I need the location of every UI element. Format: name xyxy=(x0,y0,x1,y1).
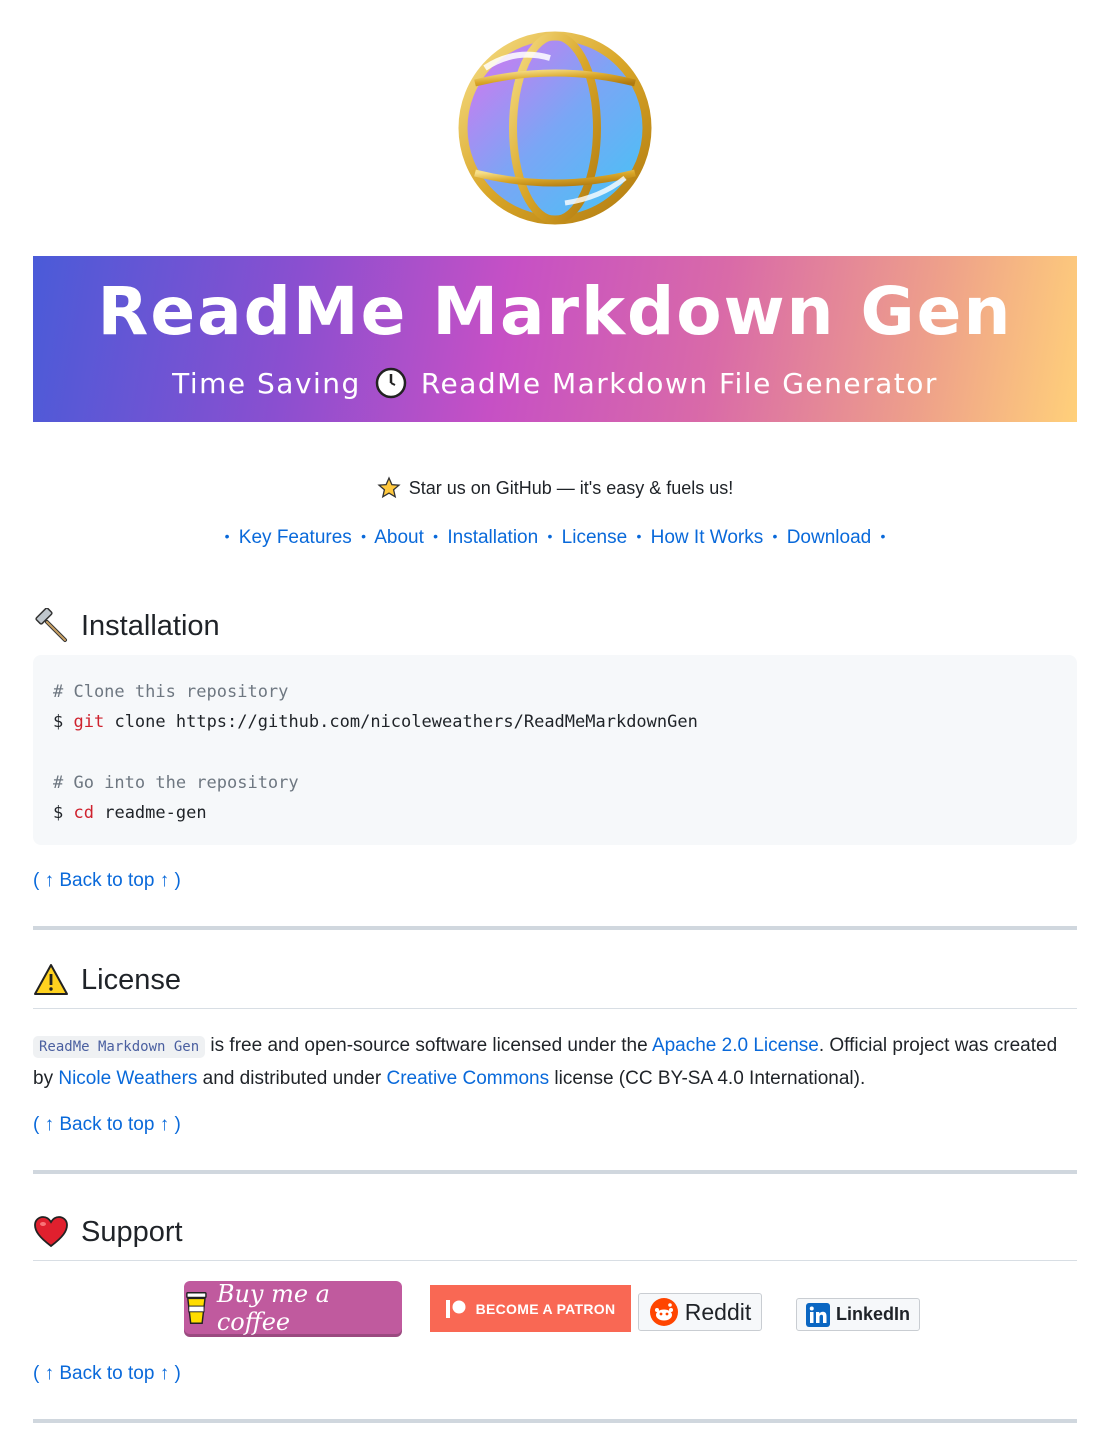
nav-separator: • xyxy=(433,528,439,544)
nav-link-installation[interactable]: Installation xyxy=(447,527,538,548)
nav-separator: • xyxy=(880,528,886,544)
code-command: cd xyxy=(73,803,94,823)
nav-link-how-it-works[interactable]: How It Works xyxy=(651,527,764,548)
creative-commons-link[interactable]: Creative Commons xyxy=(386,1068,549,1089)
back-to-top-link[interactable]: ( ↑ Back to top ↑ ) xyxy=(33,1114,181,1136)
linkedin-label: LinkedIn xyxy=(835,1304,910,1324)
installation-heading: Installation xyxy=(33,608,220,644)
code-args: clone https://github.com/nicoleweathers/… xyxy=(104,712,698,732)
nav-separator: • xyxy=(772,528,778,544)
subtitle-part2: ReadMe Markdown File Generator xyxy=(420,366,938,400)
license-paragraph: ReadMe Markdown Gen is free and open-sou… xyxy=(33,1030,1077,1094)
banner-title: ReadMe Markdown Gen xyxy=(97,272,1013,350)
heading-underline xyxy=(33,1008,1077,1009)
patreon-icon xyxy=(445,1299,466,1318)
nav-separator: • xyxy=(547,528,553,544)
nav-link-download[interactable]: Download xyxy=(787,527,872,548)
back-to-top-link[interactable]: ( ↑ Back to top ↑ ) xyxy=(33,1363,181,1385)
warning-icon xyxy=(34,964,68,995)
code-line: $ git clone https://github.com/nicolewea… xyxy=(53,707,1057,737)
nav-separator: • xyxy=(224,528,230,544)
project-name-code: ReadMe Markdown Gen xyxy=(33,1036,206,1058)
section-divider xyxy=(33,926,1077,930)
section-divider xyxy=(33,1170,1077,1174)
license-text: license (CC BY-SA 4.0 International). xyxy=(549,1068,866,1089)
buy-me-a-coffee-button[interactable]: Buy me a coffee xyxy=(184,1279,402,1336)
nav-link-about[interactable]: About xyxy=(374,527,424,548)
reddit-label: Reddit xyxy=(684,1298,752,1325)
nav-link-key-features[interactable]: Key Features xyxy=(239,527,352,548)
code-prompt: $ xyxy=(53,803,64,823)
installation-title: Installation xyxy=(81,609,220,642)
patron-label: BECOME A PATRON xyxy=(475,1300,616,1317)
code-args: readme-gen xyxy=(93,803,207,823)
code-command: git xyxy=(73,712,105,732)
apache-license-link[interactable]: Apache 2.0 License xyxy=(652,1035,819,1056)
support-title: Support xyxy=(81,1215,183,1248)
license-heading: License xyxy=(33,962,181,998)
globe-icon xyxy=(458,31,652,225)
nav-separator: • xyxy=(636,528,642,544)
linkedin-button[interactable]: LinkedIn xyxy=(796,1298,920,1331)
become-a-patron-button[interactable]: BECOME A PATRON xyxy=(430,1285,631,1332)
code-line: $ cd readme-gen xyxy=(53,798,1057,828)
license-text: and distributed under xyxy=(197,1068,387,1089)
reddit-button[interactable]: Reddit xyxy=(638,1293,762,1331)
support-heading: Support xyxy=(33,1214,183,1250)
hammer-icon xyxy=(35,608,67,642)
heading-underline xyxy=(33,1260,1077,1261)
nav-separator: • xyxy=(361,528,366,544)
code-comment: # Go into the repository xyxy=(53,773,299,793)
code-comment: # Clone this repository xyxy=(53,682,289,702)
clock-icon xyxy=(375,367,407,399)
license-title: License xyxy=(81,963,181,996)
coffee-cup-icon xyxy=(186,1291,207,1324)
hero-banner: ReadMe Markdown Gen Time Saving ReadMe M… xyxy=(33,256,1077,422)
author-link[interactable]: Nicole Weathers xyxy=(58,1068,197,1089)
code-block: # Clone this repository $ git clone http… xyxy=(33,655,1077,845)
star-callout: Star us on GitHub — it's easy & fuels us… xyxy=(33,476,1077,500)
coffee-label: Buy me a coffee xyxy=(216,1279,330,1336)
star-text: Star us on GitHub — it's easy & fuels us… xyxy=(408,477,734,498)
back-to-top-link[interactable]: ( ↑ Back to top ↑ ) xyxy=(33,870,181,892)
linkedin-icon xyxy=(805,1302,830,1327)
banner-subtitle: Time Saving ReadMe Markdown File Generat… xyxy=(172,367,938,400)
heart-icon xyxy=(34,1216,68,1248)
section-nav: • Key Features • About • Installation • … xyxy=(33,527,1077,549)
code-prompt: $ xyxy=(53,712,64,732)
star-icon xyxy=(377,476,401,499)
license-text: is free and open-source software license… xyxy=(205,1035,652,1056)
section-divider xyxy=(33,1419,1077,1423)
subtitle-part1: Time Saving xyxy=(172,366,361,400)
nav-link-license[interactable]: License xyxy=(562,527,628,548)
reddit-icon xyxy=(649,1298,678,1326)
